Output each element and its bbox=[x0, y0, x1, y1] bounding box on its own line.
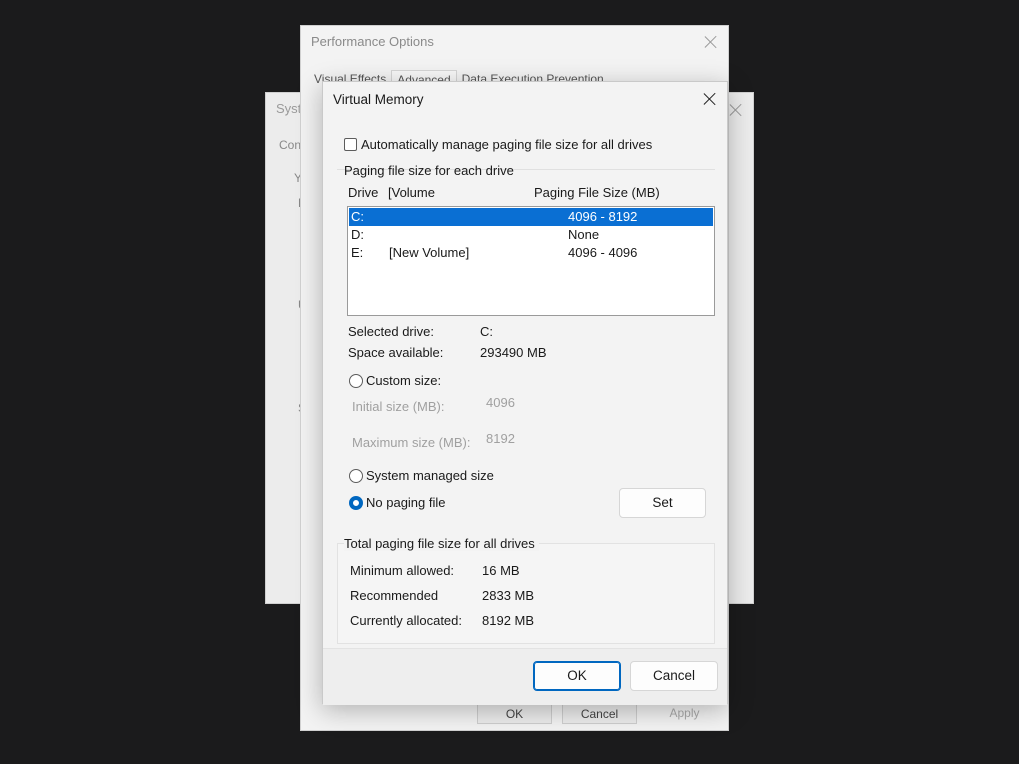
recommended-label: Recommended bbox=[350, 588, 439, 603]
drive-volume: [New Volume] bbox=[389, 245, 470, 260]
totals-title: Total paging file size for all drives bbox=[344, 536, 539, 551]
dialog-title: Virtual Memory bbox=[333, 92, 424, 107]
drive-paging-size: 4096 - 8192 bbox=[568, 209, 638, 224]
drive-paging-size: 4096 - 4096 bbox=[568, 245, 638, 260]
column-header-volume: [Volume bbox=[388, 185, 435, 200]
selected-drive-value: C: bbox=[480, 324, 493, 339]
ok-button[interactable]: OK bbox=[533, 661, 621, 691]
auto-manage-label: Automatically manage paging file size fo… bbox=[361, 137, 653, 152]
initial-size-input[interactable]: 4096 bbox=[486, 395, 515, 410]
minimum-allowed-value: 16 MB bbox=[482, 563, 520, 578]
selected-drive-label: Selected drive: bbox=[348, 324, 434, 339]
paging-section-title: Paging file size for each drive bbox=[344, 163, 514, 178]
close-icon[interactable] bbox=[728, 102, 744, 118]
custom-size-label: Custom size: bbox=[366, 373, 442, 388]
system-managed-radio[interactable] bbox=[349, 469, 363, 483]
cancel-button[interactable]: Cancel bbox=[630, 661, 718, 691]
performance-window-title: Performance Options bbox=[311, 34, 434, 49]
maximum-size-input[interactable]: 8192 bbox=[486, 431, 515, 446]
virtual-memory-dialog: Virtual Memory Automatically manage pagi… bbox=[322, 81, 728, 705]
drive-row-c[interactable]: C: 4096 - 8192 bbox=[349, 208, 713, 226]
totals-panel: Total paging file size for all drives Mi… bbox=[337, 536, 715, 644]
drive-row-e[interactable]: E: [New Volume] 4096 - 4096 bbox=[349, 244, 713, 262]
performance-apply-button[interactable]: Apply bbox=[647, 702, 722, 724]
drive-letter: C: bbox=[351, 209, 364, 224]
drive-row-d[interactable]: D: None bbox=[349, 226, 713, 244]
system-managed-label: System managed size bbox=[366, 468, 494, 483]
performance-ok-button[interactable]: OK bbox=[477, 702, 552, 724]
recommended-value: 2833 MB bbox=[482, 588, 535, 603]
no-paging-radio[interactable] bbox=[349, 496, 363, 510]
maximum-size-label: Maximum size (MB): bbox=[352, 435, 471, 450]
system-tab-fragment: Con bbox=[279, 138, 302, 152]
space-available-value: 293490 MB bbox=[480, 345, 547, 360]
column-header-size: Paging File Size (MB) bbox=[534, 185, 660, 200]
space-available-label: Space available: bbox=[348, 345, 444, 360]
custom-size-radio[interactable] bbox=[349, 374, 363, 388]
column-header-drive: Drive bbox=[348, 185, 379, 200]
performance-cancel-button[interactable]: Cancel bbox=[562, 702, 637, 724]
currently-allocated-value: 8192 MB bbox=[482, 613, 535, 628]
drive-list[interactable]: C: 4096 - 8192 D: None E: [New Volume] 4… bbox=[347, 206, 715, 316]
auto-manage-checkbox[interactable] bbox=[344, 138, 357, 151]
drive-letter: D: bbox=[351, 227, 364, 242]
minimum-allowed-label: Minimum allowed: bbox=[350, 563, 455, 578]
currently-allocated-label: Currently allocated: bbox=[350, 613, 462, 628]
initial-size-label: Initial size (MB): bbox=[352, 399, 445, 414]
drive-letter: E: bbox=[351, 245, 364, 260]
close-icon[interactable] bbox=[703, 34, 719, 50]
no-paging-label: No paging file bbox=[366, 495, 446, 510]
dialog-footer: OK Cancel bbox=[323, 648, 727, 705]
close-icon[interactable] bbox=[702, 91, 718, 107]
drive-paging-size: None bbox=[568, 227, 600, 242]
set-button[interactable]: Set bbox=[619, 488, 706, 518]
